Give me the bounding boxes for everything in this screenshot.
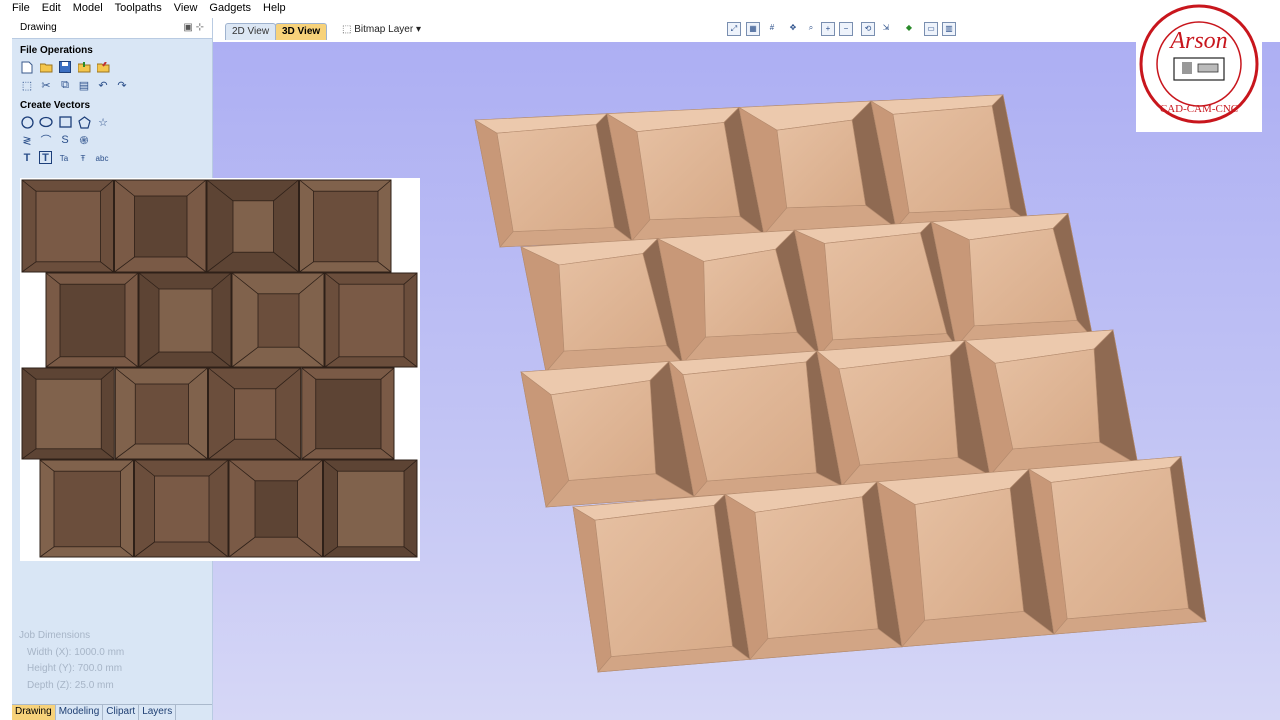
arc-icon[interactable]: ⌒	[39, 133, 53, 147]
rectangle-icon[interactable]	[58, 115, 72, 129]
menu-bar: File Edit Model Toolpaths View Gadgets Help	[0, 0, 1280, 18]
layer-dropdown[interactable]: ⬚ Bitmap Layer ▾	[342, 22, 421, 38]
text-box-icon[interactable]: T	[39, 151, 52, 164]
redo-icon[interactable]: ↷	[115, 78, 129, 92]
spiral-icon[interactable]: ֍	[77, 133, 91, 147]
ellipse-icon[interactable]	[39, 115, 53, 129]
menu-model[interactable]: Model	[67, 0, 109, 14]
panel-tabs: Drawing Modeling Clipart Layers	[12, 704, 212, 720]
paste-icon[interactable]: ▤	[77, 78, 91, 92]
view-toolbar: 2D View 3D View ⬚ Bitmap Layer ▾ ⤢ ▦ # ✥…	[213, 18, 1280, 42]
tab-3d-view[interactable]: 3D View	[275, 23, 328, 40]
import-icon[interactable]	[77, 60, 91, 74]
zoom-icon[interactable]: ⌕	[804, 22, 818, 36]
tab-layers[interactable]: Layers	[139, 705, 177, 720]
arson-cad-cam-cnc-logo: Arson CAD-CAM-CNC	[1136, 0, 1262, 132]
text-icon[interactable]: T	[20, 151, 34, 165]
menu-view[interactable]: View	[168, 0, 204, 14]
job-height: Height (Y): 700.0 mm	[27, 663, 123, 674]
tab-drawing[interactable]: Drawing	[12, 705, 56, 720]
menu-edit[interactable]: Edit	[36, 0, 67, 14]
circle-icon[interactable]	[20, 115, 34, 129]
reference-wood-panel-image	[20, 178, 420, 561]
file-ops-heading: File Operations	[20, 45, 93, 56]
split-view-icon[interactable]: ▭	[924, 22, 938, 36]
tab-clipart[interactable]: Clipart	[103, 705, 140, 720]
panel-title: Drawing	[20, 22, 57, 33]
polygon-icon[interactable]	[77, 115, 91, 129]
undo-icon[interactable]: ↶	[96, 78, 110, 92]
zoom-in-icon[interactable]: +	[821, 22, 835, 36]
copy-icon[interactable]: ⧉	[58, 78, 72, 92]
text-arc-icon[interactable]: Ŧ	[76, 151, 90, 165]
text-style-icon[interactable]: abc	[95, 151, 109, 165]
text-on-curve-icon[interactable]: Ta	[57, 151, 71, 165]
menu-toolpaths[interactable]: Toolpaths	[109, 0, 168, 14]
new-file-icon[interactable]	[20, 60, 34, 74]
layer-icon: ⬚	[342, 24, 352, 35]
save-icon[interactable]	[58, 60, 72, 74]
select-icon[interactable]: ⬚	[20, 78, 34, 92]
star-icon[interactable]: ☆	[96, 115, 110, 129]
layer-dropdown-value: Bitmap Layer	[354, 24, 414, 35]
panel-title-bar: Drawing ▣ ⊹	[12, 18, 212, 39]
zoom-fit-icon[interactable]: ⤢	[727, 22, 741, 36]
menu-help[interactable]: Help	[257, 0, 292, 14]
export-icon[interactable]	[96, 60, 110, 74]
grid-icon[interactable]: #	[765, 22, 779, 36]
menu-file[interactable]: File	[0, 0, 36, 14]
menu-gadgets[interactable]: Gadgets	[203, 0, 257, 14]
cut-icon[interactable]: ✂	[39, 78, 53, 92]
polyline-icon[interactable]: ≷	[20, 133, 34, 147]
job-width: Width (X): 1000.0 mm	[27, 646, 125, 658]
tab-modeling[interactable]: Modeling	[56, 705, 104, 720]
open-folder-icon[interactable]	[39, 60, 53, 74]
tab-2d-view[interactable]: 2D View	[225, 23, 277, 40]
curve-icon[interactable]: S	[58, 133, 72, 147]
logo-text-top: Arson	[1168, 28, 1227, 54]
job-dimensions: Job Dimensions Width (X): 1000.0 mm Heig…	[19, 628, 124, 694]
logo-text-bottom: CAD-CAM-CNC	[1160, 103, 1238, 115]
zoom-out-icon[interactable]: −	[839, 22, 853, 36]
create-vectors-heading: Create Vectors	[20, 100, 91, 111]
iso-view-icon[interactable]: ⇲	[879, 22, 893, 36]
lighting-icon[interactable]: ◆	[902, 22, 916, 36]
job-dimensions-heading: Job Dimensions	[19, 630, 91, 641]
pan-icon[interactable]: ✥	[786, 22, 800, 36]
rotate-icon[interactable]: ⟲	[861, 22, 875, 36]
view-rect-icon[interactable]: ▦	[746, 22, 760, 36]
chevron-down-icon: ▾	[415, 24, 421, 35]
pin-icon[interactable]: ▣ ⊹	[183, 18, 204, 38]
layout-icon[interactable]: ▥	[942, 22, 956, 36]
job-depth: Depth (Z): 25.0 mm	[27, 679, 114, 691]
